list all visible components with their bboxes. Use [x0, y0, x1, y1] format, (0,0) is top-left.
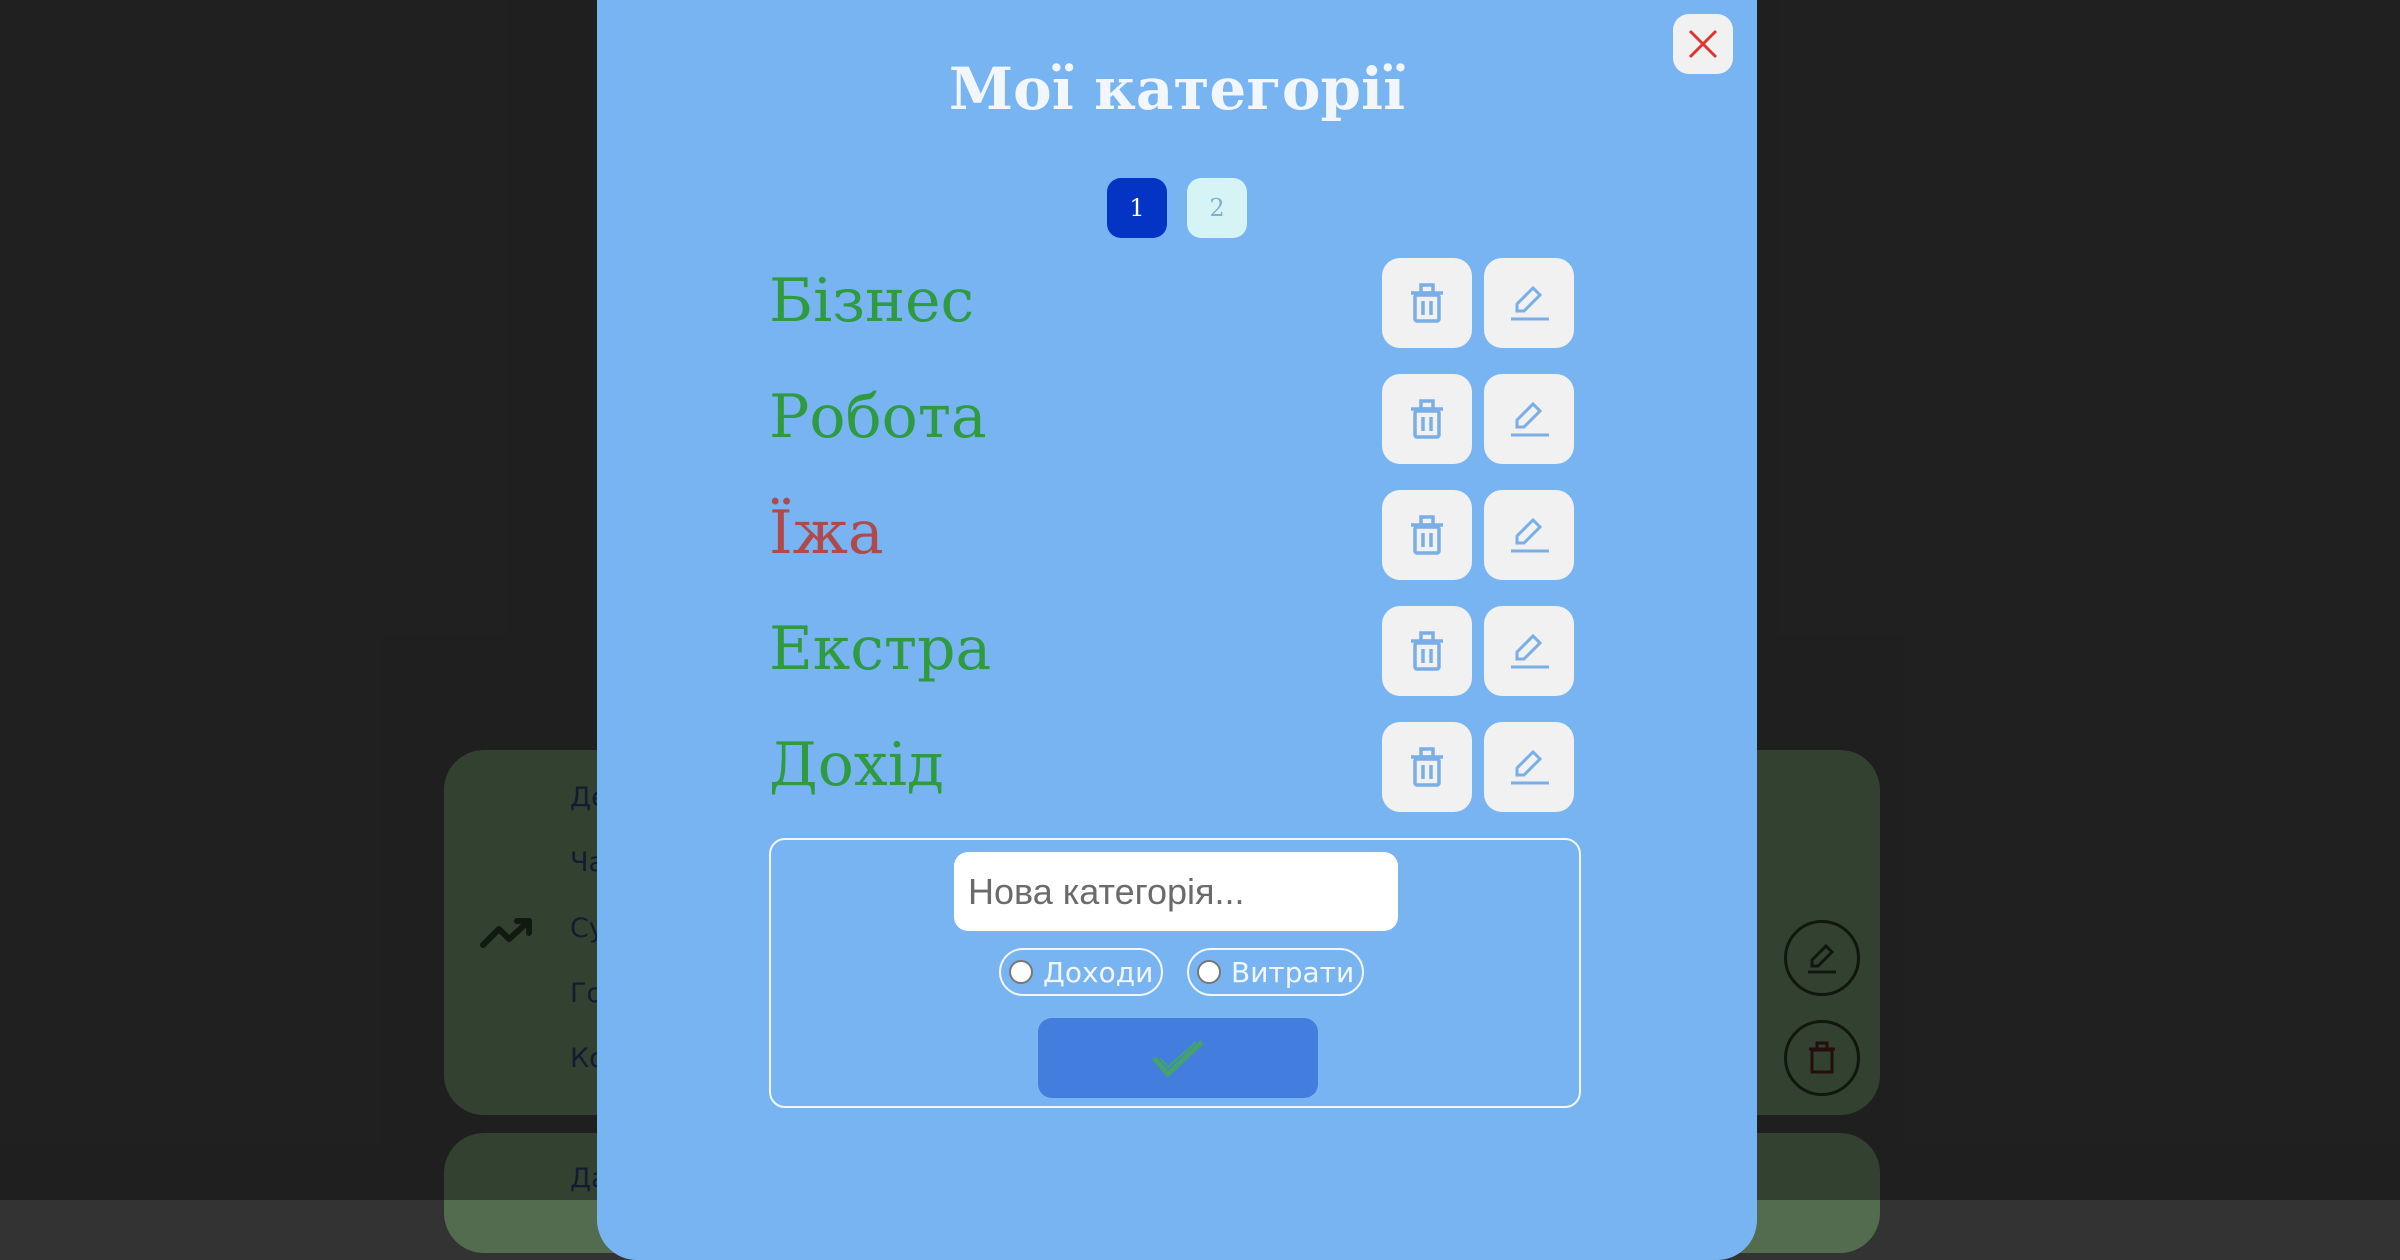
delete-category-button[interactable] — [1382, 258, 1472, 348]
radio-expense-label: Витрати — [1231, 955, 1355, 989]
category-name: Екстра — [769, 614, 992, 684]
category-row: Їжа — [769, 490, 1574, 580]
radio-income[interactable]: Доходи — [999, 948, 1164, 996]
category-row: Дохід — [769, 722, 1574, 812]
edit-category-button[interactable] — [1484, 490, 1574, 580]
category-name: Дохід — [769, 730, 944, 800]
page-button-1[interactable]: 1 — [1107, 178, 1167, 238]
category-name: Їжа — [769, 498, 884, 568]
trash-icon — [1411, 399, 1443, 439]
radio-expense[interactable]: Витрати — [1187, 948, 1365, 996]
page-button-2[interactable]: 2 — [1187, 178, 1247, 238]
modal-title: Мої категорії — [948, 55, 1406, 123]
delete-category-button[interactable] — [1382, 374, 1472, 464]
new-category-input[interactable] — [954, 852, 1398, 931]
trash-icon — [1411, 283, 1443, 323]
pagination: 1 2 — [1107, 178, 1247, 238]
radio-button[interactable] — [1009, 960, 1033, 984]
new-category-form: Доходи Витрати — [769, 838, 1581, 1108]
pencil-icon — [1511, 749, 1549, 785]
check-icon — [1152, 1040, 1204, 1078]
delete-category-button[interactable] — [1382, 490, 1472, 580]
pencil-icon — [1511, 517, 1549, 553]
edit-category-button[interactable] — [1484, 722, 1574, 812]
radio-income-label: Доходи — [1043, 955, 1154, 989]
trash-icon — [1411, 747, 1443, 787]
pencil-icon — [1511, 633, 1549, 669]
radio-button[interactable] — [1197, 960, 1221, 984]
edit-category-button[interactable] — [1484, 606, 1574, 696]
delete-category-button[interactable] — [1382, 606, 1472, 696]
trash-icon — [1411, 515, 1443, 555]
trash-icon — [1411, 631, 1443, 671]
submit-category-button[interactable] — [1038, 1018, 1318, 1098]
category-row: Робота — [769, 374, 1574, 464]
category-name: Робота — [769, 382, 987, 452]
category-name: Бізнес — [769, 266, 975, 336]
categories-modal: Мої категорії 1 2 Бізнес Робота Їжа Екст… — [597, 0, 1757, 1260]
pencil-icon — [1511, 401, 1549, 437]
category-row: Бізнес — [769, 258, 1574, 348]
edit-category-button[interactable] — [1484, 258, 1574, 348]
category-row: Екстра — [769, 606, 1574, 696]
delete-category-button[interactable] — [1382, 722, 1472, 812]
edit-category-button[interactable] — [1484, 374, 1574, 464]
pencil-icon — [1511, 285, 1549, 321]
